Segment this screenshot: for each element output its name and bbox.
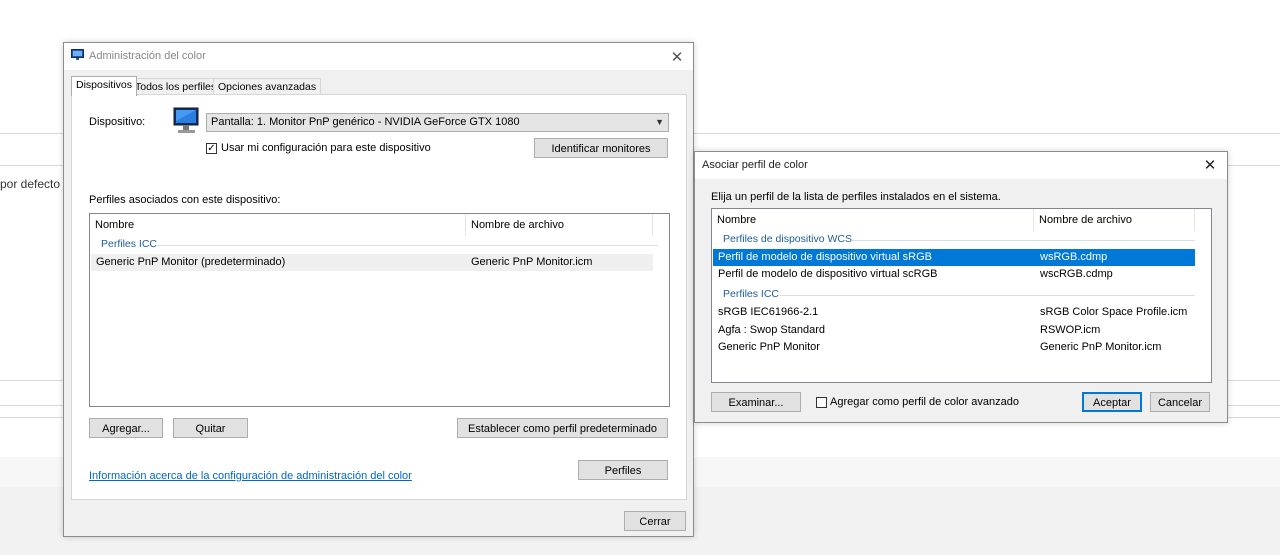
group-divider <box>158 245 658 246</box>
associated-profiles-label: Perfiles asociados con este dispositivo: <box>89 194 281 206</box>
dialog-title: Asociar perfil de color <box>702 159 808 171</box>
set-default-profile-button[interactable]: Establecer como perfil predeterminado <box>457 418 668 438</box>
group-header: Perfiles ICC <box>101 238 158 250</box>
group-divider <box>852 240 1195 241</box>
profile-name: Agfa : Swop Standard <box>718 324 826 336</box>
tab-devices[interactable]: Dispositivos <box>71 76 138 96</box>
devices-panel: Dispositivo: Pantalla: 1. Monitor PnP ge… <box>71 94 687 500</box>
add-button[interactable]: Agregar... <box>89 418 163 438</box>
profile-file: RSWOP.icm <box>1040 324 1101 336</box>
list-item[interactable]: Agfa : Swop Standard RSWOP.icm <box>713 322 1195 339</box>
associated-profiles-list[interactable]: Nombre Nombre de archivo Perfiles ICC Ge… <box>89 213 670 407</box>
browse-button[interactable]: Examinar... <box>711 392 801 412</box>
device-label: Dispositivo: <box>89 116 146 128</box>
use-my-settings-label: Usar mi configuración para este disposit… <box>221 142 431 154</box>
use-my-settings-checkbox[interactable]: ✓ <box>206 143 217 154</box>
column-header-name[interactable]: Nombre <box>712 209 1034 231</box>
profile-name: Perfil de modelo de dispositivo virtual … <box>718 251 932 263</box>
list-item[interactable]: Generic PnP Monitor (predeterminado) Gen… <box>91 254 653 271</box>
info-link[interactable]: Información acerca de la configuración d… <box>89 470 412 482</box>
list-item-selected[interactable]: Perfil de modelo de dispositivo virtual … <box>713 249 1195 266</box>
list-item[interactable]: Generic PnP Monitor Generic PnP Monitor.… <box>713 339 1195 356</box>
list-item[interactable]: Perfil de modelo de dispositivo virtual … <box>713 266 1195 283</box>
close-button[interactable]: Cerrar <box>624 511 686 531</box>
profile-file: Generic PnP Monitor.icm <box>471 256 593 268</box>
identify-monitors-button[interactable]: Identificar monitores <box>534 138 668 158</box>
profile-name: Perfil de modelo de dispositivo virtual … <box>718 268 938 280</box>
bg-partial-text: por defecto <box>0 177 61 191</box>
tab-label: Opciones avanzadas <box>218 81 317 93</box>
group-header: Perfiles ICC <box>723 288 780 300</box>
advanced-profile-label: Agregar como perfil de color avanzado <box>830 396 1019 408</box>
list-item[interactable]: sRGB IEC61966-2.1 sRGB Color Space Profi… <box>713 304 1195 321</box>
profile-file: wsRGB.cdmp <box>1040 251 1108 263</box>
column-header-name[interactable]: Nombre <box>90 214 466 236</box>
tab-label: Dispositivos <box>76 79 133 91</box>
remove-button[interactable]: Quitar <box>173 418 248 438</box>
column-header-filename[interactable]: Nombre de archivo <box>1034 209 1195 231</box>
profile-file: wscRGB.cdmp <box>1040 268 1113 280</box>
profile-name: Generic PnP Monitor <box>718 341 820 353</box>
column-header-filename[interactable]: Nombre de archivo <box>466 214 653 236</box>
group-divider <box>780 295 1195 296</box>
tab-label: Todos los perfiles <box>135 81 217 93</box>
device-select[interactable]: Pantalla: 1. Monitor PnP genérico - NVID… <box>206 113 669 132</box>
dialog-title-bar: Asociar perfil de color ✕ <box>695 152 1227 179</box>
advanced-profile-checkbox[interactable] <box>816 397 827 408</box>
close-icon[interactable]: ✕ <box>669 48 685 66</box>
profile-name: sRGB IEC61966-2.1 <box>718 306 819 318</box>
profile-file: Generic PnP Monitor.icm <box>1040 341 1162 353</box>
profile-file: sRGB Color Space Profile.icm <box>1040 306 1188 318</box>
chevron-down-icon: ▼ <box>655 117 664 127</box>
cancel-button[interactable]: Cancelar <box>1150 392 1210 412</box>
monitor-icon <box>71 49 84 60</box>
installed-profiles-list[interactable]: Nombre Nombre de archivo Perfiles de dis… <box>711 208 1212 383</box>
profiles-button[interactable]: Perfiles <box>578 460 668 480</box>
profile-name: Generic PnP Monitor (predeterminado) <box>96 256 286 268</box>
instruction-text: Elija un perfil de la lista de perfiles … <box>711 191 1001 203</box>
group-header: Perfiles de dispositivo WCS <box>723 233 852 245</box>
associate-profile-dialog: Asociar perfil de color ✕ Elija un perfi… <box>694 151 1228 423</box>
title-bar: Administración del color ✕ <box>64 43 693 70</box>
close-icon[interactable]: ✕ <box>1202 156 1218 174</box>
device-select-value: Pantalla: 1. Monitor PnP genérico - NVID… <box>211 116 520 128</box>
display-device-icon <box>173 107 199 133</box>
ok-button[interactable]: Aceptar <box>1082 392 1142 412</box>
window-title: Administración del color <box>89 50 206 62</box>
color-management-window: Administración del color ✕ Dispositivos … <box>63 42 694 537</box>
